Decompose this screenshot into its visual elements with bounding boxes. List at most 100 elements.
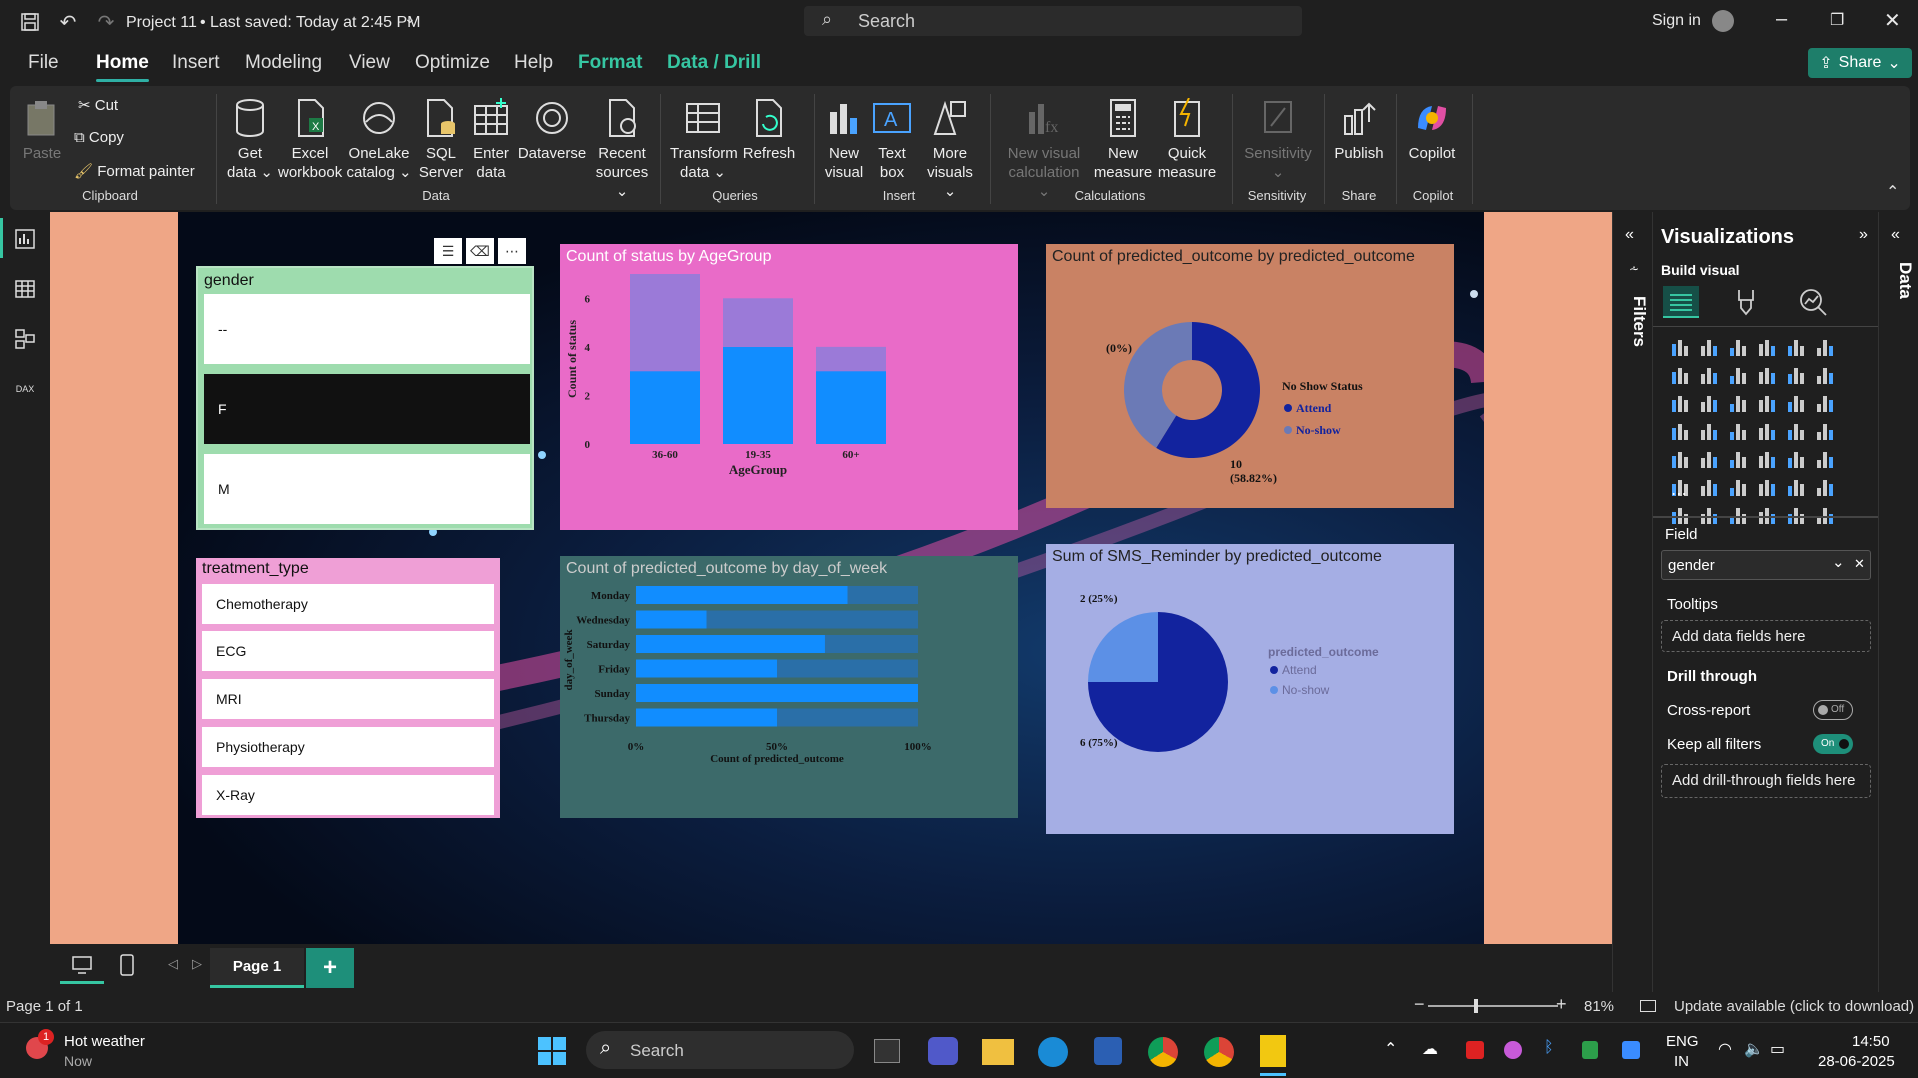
format-visual-tab-icon[interactable] [1733,288,1763,318]
model-view-icon[interactable] [12,326,38,352]
dataverse-button[interactable]: Dataverse [514,96,590,163]
chrome-profile-icon[interactable] [1204,1037,1234,1067]
collapse-ribbon-icon[interactable]: ⌃ [1886,182,1899,202]
project-name[interactable]: Project 11 [126,14,197,32]
menu-view[interactable]: View [349,52,390,74]
visual-type-icon[interactable] [1727,392,1749,414]
store-icon[interactable] [1094,1037,1122,1065]
zoom-out-icon[interactable]: − [1414,994,1425,1015]
new-measure-button[interactable]: New measure [1092,96,1154,182]
visual-type-icon[interactable] [1669,336,1691,358]
copy-button[interactable]: ⧉ Copy [74,129,124,146]
quick-measure-button[interactable]: Quick measure [1154,96,1220,182]
chart-status-by-agegroup[interactable]: Count of status by AgeGroup 0 2 4 6 36-60 19-… [560,244,1018,530]
slicer-item[interactable]: Chemotherapy [202,584,494,624]
filter-icon[interactable]: ☰ [434,238,462,264]
build-visual-tab-icon[interactable] [1663,286,1699,318]
task-view-icon[interactable] [874,1039,900,1063]
visual-type-icon[interactable] [1727,448,1749,470]
defender-tray-icon[interactable] [1622,1041,1640,1059]
menu-format[interactable]: Format [578,52,642,74]
chrome-icon[interactable] [1148,1037,1178,1067]
bluetooth-icon[interactable]: ᛒ [1544,1039,1554,1057]
slicer-item[interactable]: ECG [202,631,494,671]
file-explorer-icon[interactable] [982,1039,1014,1065]
last-saved[interactable]: Last saved: Today at 2:45 PM [210,14,421,32]
visual-type-icon[interactable] [1727,476,1749,498]
visual-type-icon[interactable] [1756,364,1778,386]
get-data-button[interactable]: Get data ⌄ [222,96,278,182]
new-visual-button[interactable]: New visual [822,96,866,182]
visual-type-icon[interactable] [1669,392,1691,414]
maximize-icon[interactable]: ❐ [1830,10,1844,30]
zoom-level[interactable]: 81% [1584,998,1614,1015]
power-bi-icon[interactable] [1260,1035,1286,1067]
visual-type-icon[interactable] [1727,504,1749,526]
visual-type-icon[interactable] [1756,504,1778,526]
analytics-tab-icon[interactable] [1799,288,1829,318]
visual-type-icon[interactable] [1756,336,1778,358]
visual-type-icon[interactable] [1698,448,1720,470]
menu-file[interactable]: File [28,52,59,74]
visual-type-icon[interactable] [1698,476,1720,498]
visual-type-icon[interactable] [1785,336,1807,358]
visual-type-icon[interactable] [1669,504,1691,526]
report-view-icon[interactable] [12,226,38,252]
filters-pane-collapsed[interactable]: « ⩪ Filters [1612,212,1652,992]
data-pane-collapsed[interactable]: « Data [1878,212,1918,992]
chart-predicted-outcome-donut[interactable]: Count of predicted_outcome by predicted_… [1046,244,1454,508]
visual-type-icon[interactable] [1814,420,1836,442]
clock-time[interactable]: 14:50 [1852,1033,1890,1050]
more-options-icon[interactable]: ⋯ [498,238,526,264]
visual-type-icon[interactable] [1698,504,1720,526]
copilot-tray-icon[interactable] [1504,1041,1522,1059]
new-visual-calculation-button[interactable]: fx New visual calculation ⌄ [1002,96,1086,201]
windows-start-icon[interactable] [538,1037,566,1065]
visual-type-icon[interactable] [1669,420,1691,442]
slicer-item[interactable]: M [204,454,530,524]
taskbar-search[interactable]: ⌕ Search [586,1031,854,1069]
visual-type-icon[interactable] [1756,448,1778,470]
visual-type-icon[interactable] [1814,364,1836,386]
volume-icon[interactable]: 🔈 [1744,1039,1764,1059]
input-language[interactable]: ENG [1666,1033,1699,1050]
visual-type-icon[interactable] [1785,392,1807,414]
table-view-icon[interactable] [12,276,38,302]
minimize-icon[interactable]: – [1776,8,1787,31]
slicer-item[interactable]: -- [204,294,530,364]
visual-type-icon[interactable] [1698,420,1720,442]
wifi-icon[interactable]: ◠ [1718,1039,1732,1059]
tab-page-1[interactable]: Page 1 [210,948,304,988]
zoom-slider-thumb[interactable] [1474,999,1478,1013]
menu-help[interactable]: Help [514,52,553,74]
visual-type-icon[interactable] [1727,364,1749,386]
refresh-button[interactable]: Refresh [740,96,798,163]
mobile-layout-icon[interactable] [120,954,140,978]
enter-data-button[interactable]: Enter data [468,96,514,182]
visual-type-icon[interactable] [1727,420,1749,442]
collapse-viz-icon[interactable]: » [1859,226,1868,244]
prev-page-icon[interactable]: ◁ [168,956,178,972]
visual-type-icon[interactable] [1669,448,1691,470]
visual-type-icon[interactable] [1785,420,1807,442]
format-painter-button[interactable]: 🖌 Format painter [74,162,195,180]
visual-type-icon[interactable] [1785,448,1807,470]
remove-field-icon[interactable]: ✕ [1854,556,1865,572]
chart-outcome-by-day[interactable]: Count of predicted_outcome by day_of_wee… [560,556,1018,818]
chevron-down-icon[interactable]: ⌄ [404,10,416,27]
visual-type-icon[interactable] [1814,392,1836,414]
app-tray-icon[interactable] [1466,1041,1484,1059]
visual-type-icon[interactable] [1698,336,1720,358]
weather-text[interactable]: Hot weather [64,1033,145,1050]
search-box[interactable]: ⌕ Search [804,6,1302,36]
slicer-item[interactable]: MRI [202,679,494,719]
sensitivity-button[interactable]: Sensitivity ⌄ [1238,96,1318,182]
menu-modeling[interactable]: Modeling [245,52,322,74]
visual-type-icon[interactable] [1669,364,1691,386]
visual-type-icon[interactable] [1785,504,1807,526]
menu-data-drill[interactable]: Data / Drill [667,52,761,74]
cut-button[interactable]: ✂ Cut [78,96,118,114]
excel-workbook-button[interactable]: X Excel workbook [278,96,342,182]
slicer-item[interactable]: Physiotherapy [202,727,494,767]
update-available-link[interactable]: Update available (click to download) [1674,998,1914,1015]
